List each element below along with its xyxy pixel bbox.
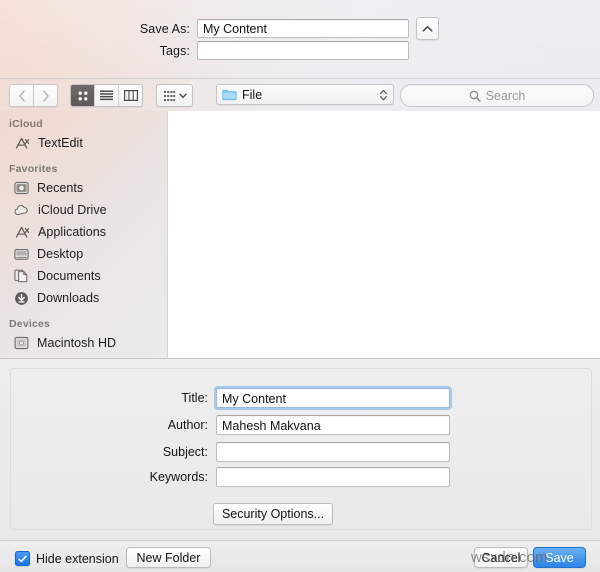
applications-icon — [15, 137, 30, 149]
documents-pages-icon — [14, 269, 28, 283]
save-as-row: Save As: My Content — [0, 17, 600, 40]
sidebar-section-devices: Devices — [9, 318, 51, 330]
subject-label: Subject: — [162, 445, 208, 459]
disclosure-toggle-button[interactable] — [416, 17, 439, 40]
sidebar-item-documents[interactable]: Documents — [0, 265, 167, 287]
sidebar-item-label: Downloads — [37, 291, 100, 305]
sidebar-section-icloud: iCloud — [9, 118, 43, 130]
keywords-input[interactable] — [216, 467, 450, 487]
security-options-button[interactable]: Security Options... — [213, 503, 333, 525]
sidebar-section-favorites: Favorites — [9, 163, 58, 175]
search-icon — [469, 90, 481, 102]
sidebar-item-label: Recents — [37, 181, 84, 195]
save-dialog: Save As: My Content Tags: File Search iC… — [0, 0, 600, 572]
sidebar-item-label: iCloud Drive — [38, 203, 107, 217]
cancel-button[interactable]: Cancel — [474, 547, 528, 568]
icon-view-button[interactable] — [71, 85, 94, 106]
title-input[interactable]: My Content — [216, 388, 450, 408]
subject-row: Subject: — [0, 442, 600, 462]
sidebar-item-downloads[interactable]: Downloads — [0, 287, 167, 309]
sidebar-item-applications[interactable]: Applications — [0, 221, 167, 243]
author-row: Author: Mahesh Makvana — [0, 415, 600, 435]
checkmark-icon — [18, 555, 27, 562]
hard-drive-icon — [14, 336, 29, 350]
column-view-button[interactable] — [118, 85, 142, 106]
save-as-input[interactable]: My Content — [197, 19, 409, 38]
sidebar-item-icloud-drive[interactable]: iCloud Drive — [0, 199, 167, 221]
chevron-down-icon — [178, 93, 187, 98]
folder-icon — [222, 89, 237, 100]
applications-icon — [15, 226, 30, 238]
view-mode-segmented-control — [70, 84, 143, 107]
back-button[interactable] — [9, 84, 34, 107]
path-popup-label: File — [242, 87, 263, 102]
desktop-monitor-icon — [14, 248, 29, 260]
search-field[interactable]: Search — [400, 84, 594, 107]
sidebar[interactable]: iCloud TextEdit Favorites Recents iCloud… — [0, 111, 168, 358]
sidebar-item-label: Macintosh HD — [37, 336, 117, 350]
subject-input[interactable] — [216, 442, 450, 462]
author-input[interactable]: Mahesh Makvana — [216, 415, 450, 435]
keywords-label: Keywords: — [149, 470, 208, 484]
sidebar-item-desktop[interactable]: Desktop — [0, 243, 167, 265]
sidebar-item-textedit[interactable]: TextEdit — [0, 132, 167, 154]
column-view-icon — [123, 90, 138, 101]
tags-label: Tags: — [159, 43, 190, 58]
file-browser: iCloud TextEdit Favorites Recents iCloud… — [0, 111, 600, 358]
sidebar-item-recents[interactable]: Recents — [0, 177, 167, 199]
recents-clock-icon — [14, 181, 29, 195]
tags-input[interactable] — [197, 41, 409, 60]
icon-view-icon — [78, 91, 87, 100]
navigation-buttons — [9, 84, 58, 107]
dialog-header: Save As: My Content Tags: — [0, 0, 600, 78]
path-popup-button[interactable]: File — [216, 84, 394, 105]
tags-row: Tags: — [0, 41, 600, 60]
downloads-arrow-icon — [15, 291, 28, 305]
keywords-row: Keywords: — [0, 467, 600, 487]
sidebar-item-label: Desktop — [37, 247, 84, 261]
author-label: Author: — [167, 418, 208, 432]
new-folder-button[interactable]: New Folder — [126, 547, 211, 568]
up-down-chevron-icon — [380, 89, 387, 100]
list-view-icon — [100, 90, 113, 101]
checkbox-box — [15, 551, 30, 566]
title-row: Title: My Content — [0, 388, 600, 408]
hide-extension-label: Hide extension — [36, 551, 119, 566]
chevron-left-icon — [18, 89, 25, 102]
chevron-up-icon — [422, 25, 433, 32]
save-as-label: Save As: — [139, 21, 190, 36]
sidebar-item-label: Applications — [38, 225, 107, 239]
title-label: Title: — [181, 391, 208, 405]
cloud-icon — [14, 204, 28, 215]
search-placeholder: Search — [485, 88, 526, 103]
arrange-grid-icon — [163, 90, 175, 101]
arrange-by-button[interactable] — [156, 84, 193, 107]
forward-button[interactable] — [34, 84, 58, 107]
sidebar-item-label: Documents — [37, 269, 101, 283]
sidebar-item-label: TextEdit — [38, 136, 83, 150]
save-button[interactable]: Save — [533, 547, 586, 568]
file-list-area[interactable] — [168, 111, 600, 358]
chevron-right-icon — [42, 89, 49, 102]
list-view-button[interactable] — [94, 85, 118, 106]
sidebar-item-macintosh-hd[interactable]: Macintosh HD — [0, 332, 167, 354]
hide-extension-checkbox[interactable]: Hide extension — [15, 551, 119, 566]
